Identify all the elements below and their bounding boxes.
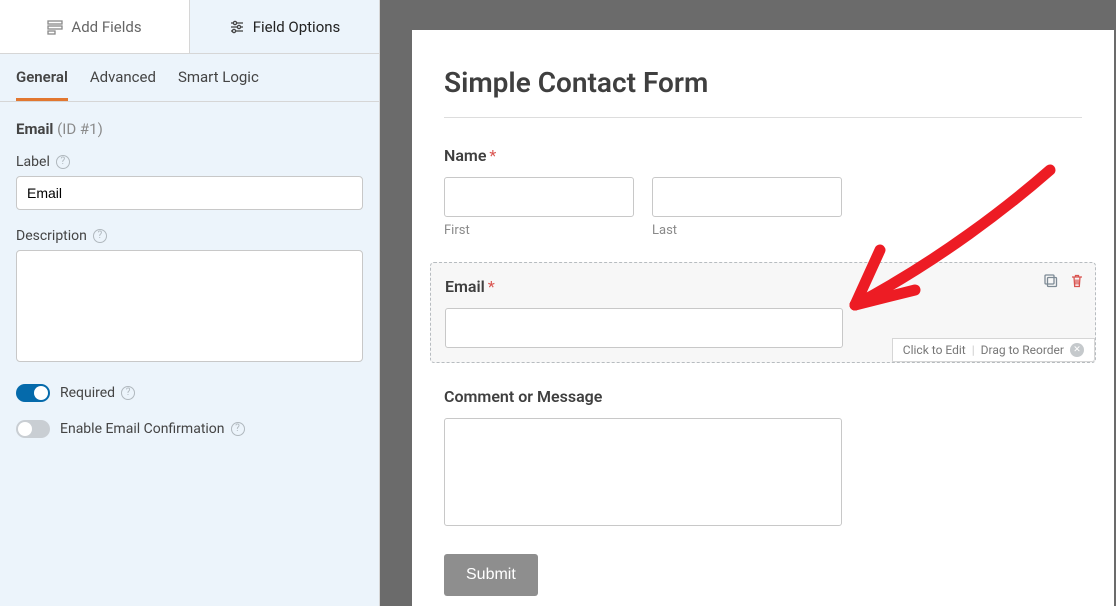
label-row: Label ?	[16, 154, 363, 210]
field-heading-id: (ID #1)	[57, 120, 103, 138]
sidebar: Add Fields Field Options General Advance…	[0, 0, 380, 606]
required-toggle-row: Required ?	[16, 384, 363, 402]
last-sublabel: Last	[652, 223, 842, 238]
email-field[interactable]: Email* Click to Edit | Drag to Reorder ✕	[430, 262, 1096, 363]
field-heading-name: Email	[16, 120, 53, 138]
tab-add-fields[interactable]: Add Fields	[0, 0, 190, 53]
last-name-input[interactable]	[652, 177, 842, 217]
tab-field-options-label: Field Options	[253, 18, 341, 36]
subtab-general[interactable]: General	[16, 68, 68, 101]
help-icon[interactable]: ?	[93, 229, 107, 243]
form-title: Simple Contact Form	[444, 66, 1082, 99]
divider	[444, 117, 1082, 118]
name-label: Name*	[444, 146, 1082, 165]
name-grid: First Last	[444, 177, 1082, 238]
tab-add-fields-label: Add Fields	[71, 18, 141, 36]
helper-edit: Click to Edit	[903, 343, 966, 357]
comment-label: Comment or Message	[444, 387, 1082, 406]
delete-icon[interactable]	[1069, 273, 1085, 289]
first-name-input[interactable]	[444, 177, 634, 217]
add-fields-icon	[47, 19, 63, 35]
email-confirm-toggle[interactable]	[16, 420, 50, 438]
tab-field-options[interactable]: Field Options	[190, 0, 379, 53]
top-tabs: Add Fields Field Options	[0, 0, 379, 54]
email-confirm-toggle-label: Enable Email Confirmation ?	[60, 421, 245, 437]
help-icon[interactable]: ?	[56, 155, 70, 169]
field-options-icon	[229, 19, 245, 35]
label-row-label: Label ?	[16, 154, 363, 170]
description-row: Description ?	[16, 228, 363, 366]
subtab-advanced[interactable]: Advanced	[90, 68, 156, 101]
email-label: Email*	[445, 277, 1081, 296]
help-icon[interactable]: ?	[231, 422, 245, 436]
name-field[interactable]: Name* First Last	[444, 146, 1082, 238]
description-row-label: Description ?	[16, 228, 363, 244]
selected-actions	[1043, 273, 1085, 289]
email-confirm-toggle-row: Enable Email Confirmation ?	[16, 420, 363, 438]
label-row-text: Label	[16, 154, 50, 170]
first-sublabel: First	[444, 223, 634, 238]
email-input[interactable]	[445, 308, 843, 348]
form-preview: Simple Contact Form Name* First Last	[412, 30, 1114, 606]
required-toggle[interactable]	[16, 384, 50, 402]
field-heading: Email (ID #1)	[16, 120, 363, 138]
panel-body: Email (ID #1) Label ? Description ? Requ…	[0, 102, 379, 474]
required-star: *	[488, 277, 495, 296]
close-helper-icon[interactable]: ✕	[1070, 343, 1084, 357]
required-toggle-label: Required ?	[60, 385, 135, 401]
comment-field[interactable]: Comment or Message	[444, 387, 1082, 530]
description-row-text: Description	[16, 228, 87, 244]
selected-helper: Click to Edit | Drag to Reorder ✕	[892, 338, 1095, 362]
submit-button[interactable]: Submit	[444, 554, 538, 596]
sub-tabs: General Advanced Smart Logic	[0, 54, 379, 102]
help-icon[interactable]: ?	[121, 386, 135, 400]
canvas-wrap: Simple Contact Form Name* First Last	[380, 0, 1116, 606]
helper-drag: Drag to Reorder	[981, 343, 1064, 357]
description-input[interactable]	[16, 250, 363, 362]
comment-input[interactable]	[444, 418, 842, 526]
duplicate-icon[interactable]	[1043, 273, 1059, 289]
label-input[interactable]	[16, 176, 363, 210]
subtab-smart-logic[interactable]: Smart Logic	[178, 68, 259, 101]
required-star: *	[489, 146, 496, 165]
